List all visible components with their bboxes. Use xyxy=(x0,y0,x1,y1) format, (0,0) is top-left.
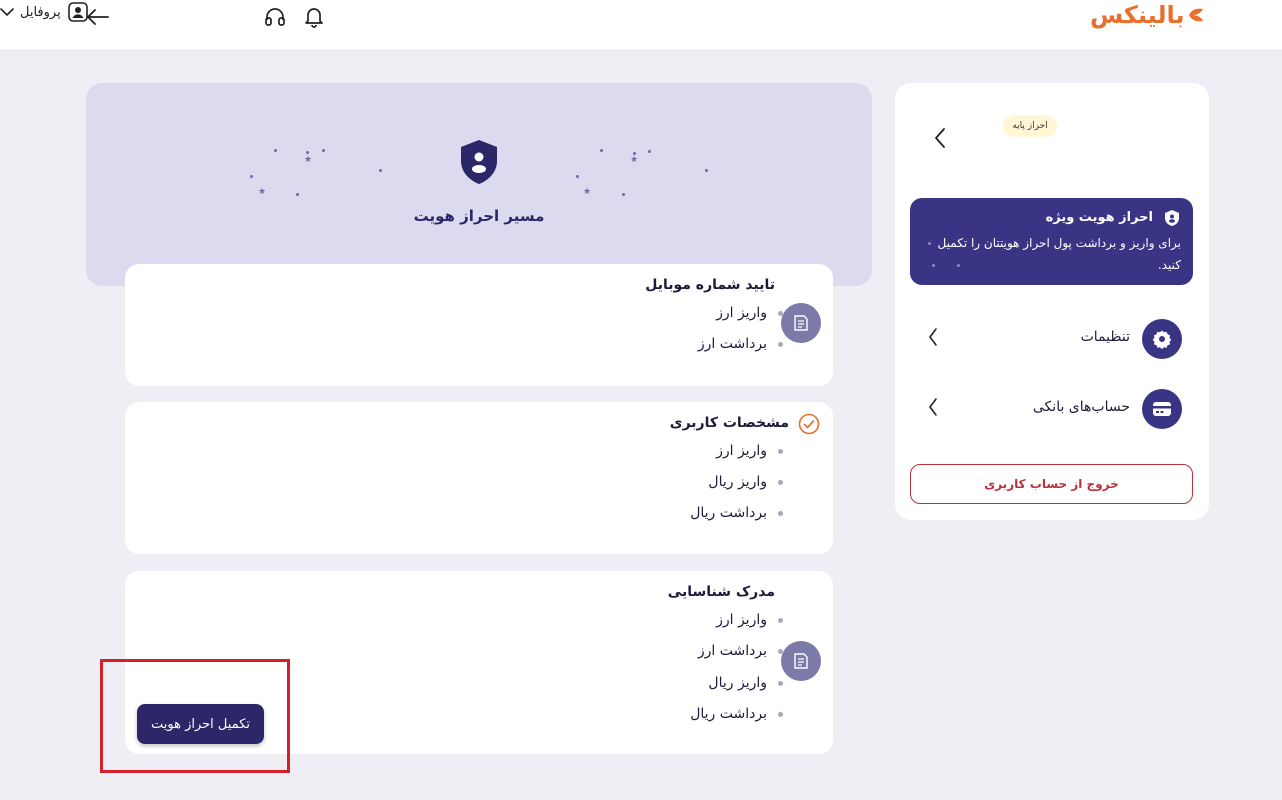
card-title: مشخصات کاربری xyxy=(669,415,789,431)
bell-icon[interactable] xyxy=(302,5,326,29)
decor-dot xyxy=(648,150,651,153)
card-title: تایید شماره موبایل xyxy=(645,277,775,293)
special-verification-promo[interactable]: احراز هویت ویژه برای واریز و برداشت پول … xyxy=(910,198,1193,285)
decor-star: ★ xyxy=(258,187,267,197)
decor-dot xyxy=(622,193,625,196)
decor-dot xyxy=(274,149,277,152)
verification-path-banner: ★ ★ ★ ★ مسیر احراز هویت xyxy=(86,83,872,286)
gear-icon xyxy=(1142,319,1182,359)
card-title: مدرک شناسایی xyxy=(667,584,775,600)
verification-level-badge: احراز پایه xyxy=(1003,115,1057,137)
list-item: برداشت ارز xyxy=(697,643,784,659)
decor-star: ★ xyxy=(304,155,313,165)
shield-user-icon xyxy=(1163,209,1181,227)
decor-dot xyxy=(576,175,579,178)
document-icon xyxy=(781,303,821,343)
list-item: واریز ارز xyxy=(716,612,783,628)
chevron-left-icon xyxy=(923,397,939,421)
list-item: برداشت ریال xyxy=(690,706,783,722)
logo-text: بالینکس xyxy=(1090,1,1186,29)
promo-title: احراز هویت ویژه xyxy=(1045,210,1153,225)
user-details-card: مشخصات کاربری واریز ارز واریز ریال برداش… xyxy=(125,402,833,554)
promo-description: برای واریز و برداشت پول احراز هویتتان را… xyxy=(937,236,1181,272)
back-arrow-icon[interactable] xyxy=(86,5,110,29)
profile-menu[interactable]: پروفایل xyxy=(0,0,100,24)
check-circle-icon xyxy=(798,413,820,435)
bank-card-icon xyxy=(1142,389,1182,429)
headset-icon[interactable] xyxy=(263,5,287,29)
logo-mark-icon xyxy=(1187,6,1205,24)
decor-dot xyxy=(306,151,309,154)
chevron-left-icon[interactable] xyxy=(927,127,947,151)
highlight-annotation-box xyxy=(100,659,290,773)
decor-star: ★ xyxy=(583,187,592,197)
list-item: واریز ارز xyxy=(716,305,783,321)
bank-accounts-menu-item[interactable]: حساب‌های بانکی xyxy=(895,389,1209,431)
settings-menu-item[interactable]: تنظیمات xyxy=(895,319,1209,361)
document-icon xyxy=(781,641,821,681)
banner-title: مسیر احراز هویت xyxy=(413,207,545,225)
top-header: پروفایل بالینکس xyxy=(0,0,1282,51)
list-item: واریز ارز xyxy=(716,443,783,459)
decor-dot xyxy=(633,152,636,155)
decor-dot xyxy=(250,175,253,178)
decor-star: ★ xyxy=(630,155,639,165)
list-item: برداشت ریال xyxy=(690,505,783,521)
logout-button[interactable]: خروج از حساب کاربری xyxy=(910,464,1193,504)
brand-logo[interactable]: بالینکس xyxy=(1090,0,1205,30)
shield-user-icon xyxy=(459,139,499,189)
decor-dot xyxy=(705,169,708,172)
chevron-down-icon xyxy=(0,7,14,17)
decor-dot xyxy=(296,193,299,196)
account-sidebar: احراز پایه احراز هویت ویژه برای واریز و … xyxy=(895,83,1209,520)
list-item: واریز ریال xyxy=(708,675,783,691)
menu-label: تنظیمات xyxy=(1080,329,1130,345)
decor-dot xyxy=(600,149,603,152)
list-item: واریز ریال xyxy=(708,474,783,490)
profile-label: پروفایل xyxy=(20,4,61,20)
menu-label: حساب‌های بانکی xyxy=(1032,399,1130,415)
decor-dot xyxy=(322,149,325,152)
decor-dot xyxy=(379,169,382,172)
list-item: برداشت ارز xyxy=(697,336,784,352)
chevron-left-icon xyxy=(923,327,939,351)
mobile-verification-card: تایید شماره موبایل واریز ارز برداشت ارز xyxy=(125,264,833,386)
